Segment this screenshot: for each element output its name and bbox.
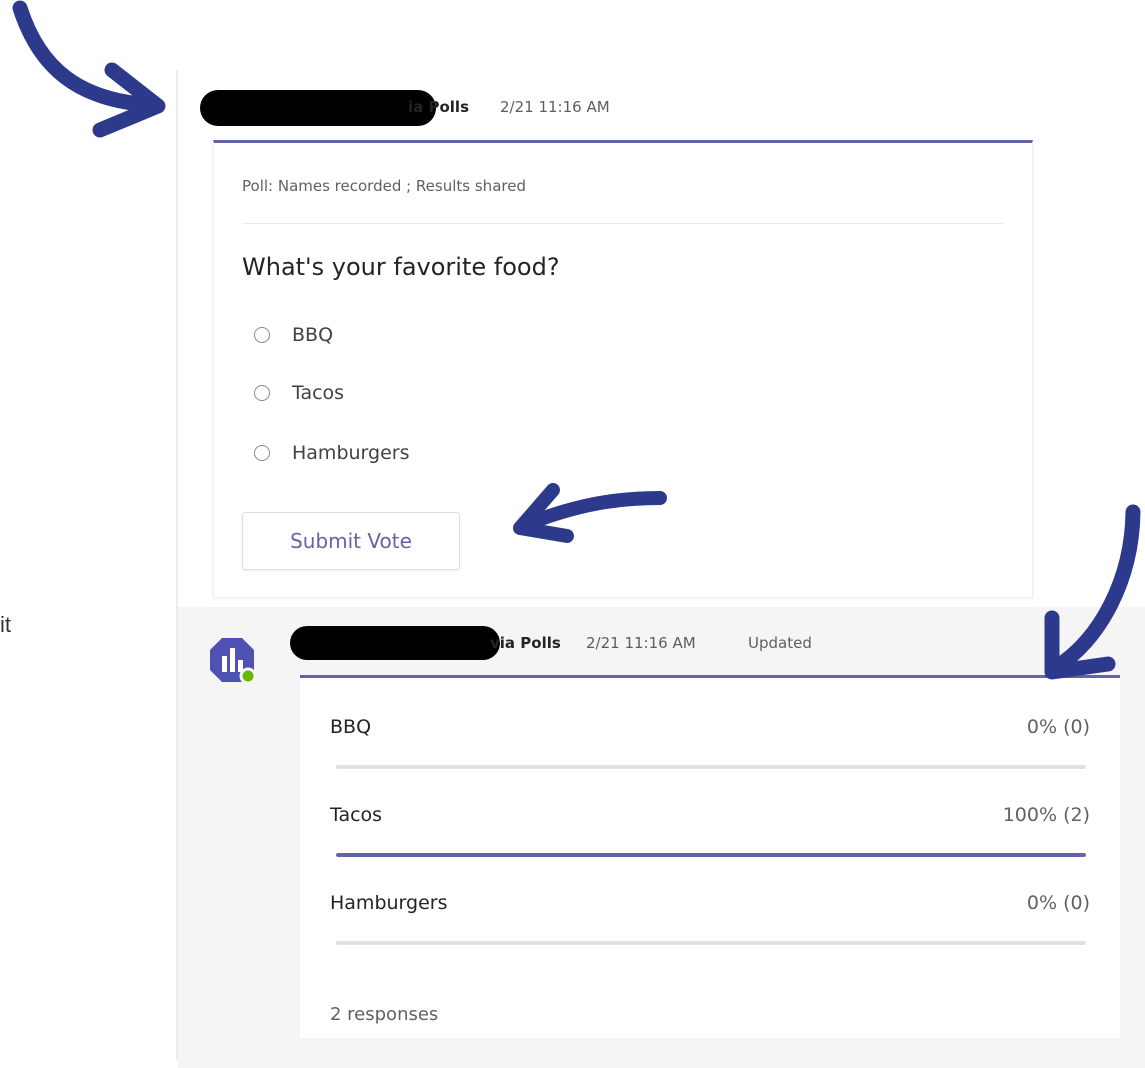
result-label: Hamburgers <box>330 892 448 914</box>
responses-count: 2 responses <box>330 1004 439 1025</box>
result-row-hamburgers: Hamburgers 0% (0) <box>330 892 1090 922</box>
result-row-bbq: BBQ 0% (0) <box>330 716 1090 746</box>
divider <box>242 223 1004 224</box>
radio-button[interactable] <box>254 445 270 461</box>
submit-vote-button[interactable]: Submit Vote <box>242 512 460 570</box>
poll-settings-text: Poll: Names recorded ; Results shared <box>242 177 526 195</box>
radio-button[interactable] <box>254 327 270 343</box>
result-value: 0% (0) <box>1026 892 1090 914</box>
redacted-sender-name <box>200 90 436 126</box>
poll-results-card: BBQ 0% (0) Tacos 100% (2) Hamburgers 0% … <box>300 675 1120 1038</box>
result-value: 100% (2) <box>1002 804 1090 826</box>
option-label: Hamburgers <box>292 442 410 464</box>
message-timestamp: 2/21 11:16 AM <box>586 634 696 652</box>
result-label: BBQ <box>330 716 372 738</box>
result-label: Tacos <box>330 804 383 826</box>
polls-app-icon[interactable] <box>208 636 256 684</box>
clipped-side-text: it <box>0 612 11 637</box>
annotation-arrow-icon <box>513 483 667 543</box>
result-row-tacos: Tacos 100% (2) <box>330 804 1090 834</box>
poll-question: What's your favorite food? <box>242 253 560 281</box>
result-bar-track <box>336 853 1086 857</box>
presence-available-icon <box>239 667 256 684</box>
result-bar-track <box>336 765 1086 769</box>
message-timestamp: 2/21 11:16 AM <box>500 98 610 116</box>
redacted-sender-name <box>290 626 500 660</box>
option-tacos[interactable]: Tacos <box>254 379 344 407</box>
result-bar-track <box>336 941 1086 945</box>
result-value: 0% (0) <box>1026 716 1090 738</box>
sender-suffix: ia Polls <box>408 98 469 116</box>
radio-button[interactable] <box>254 385 270 401</box>
annotation-arrow-icon <box>12 0 166 138</box>
result-bar-fill <box>336 853 1086 857</box>
option-label: Tacos <box>292 382 345 404</box>
annotation-arrow-icon <box>1044 504 1141 680</box>
option-bbq[interactable]: BBQ <box>254 321 333 349</box>
option-hamburgers[interactable]: Hamburgers <box>254 439 409 467</box>
sender-suffix: via Polls <box>490 634 561 652</box>
option-label: BBQ <box>292 324 334 346</box>
updated-label: Updated <box>748 634 812 652</box>
results-message-header: via Polls 2/21 11:16 AM Updated <box>290 622 890 662</box>
message-header: ia Polls 2/21 11:16 AM <box>200 90 700 126</box>
